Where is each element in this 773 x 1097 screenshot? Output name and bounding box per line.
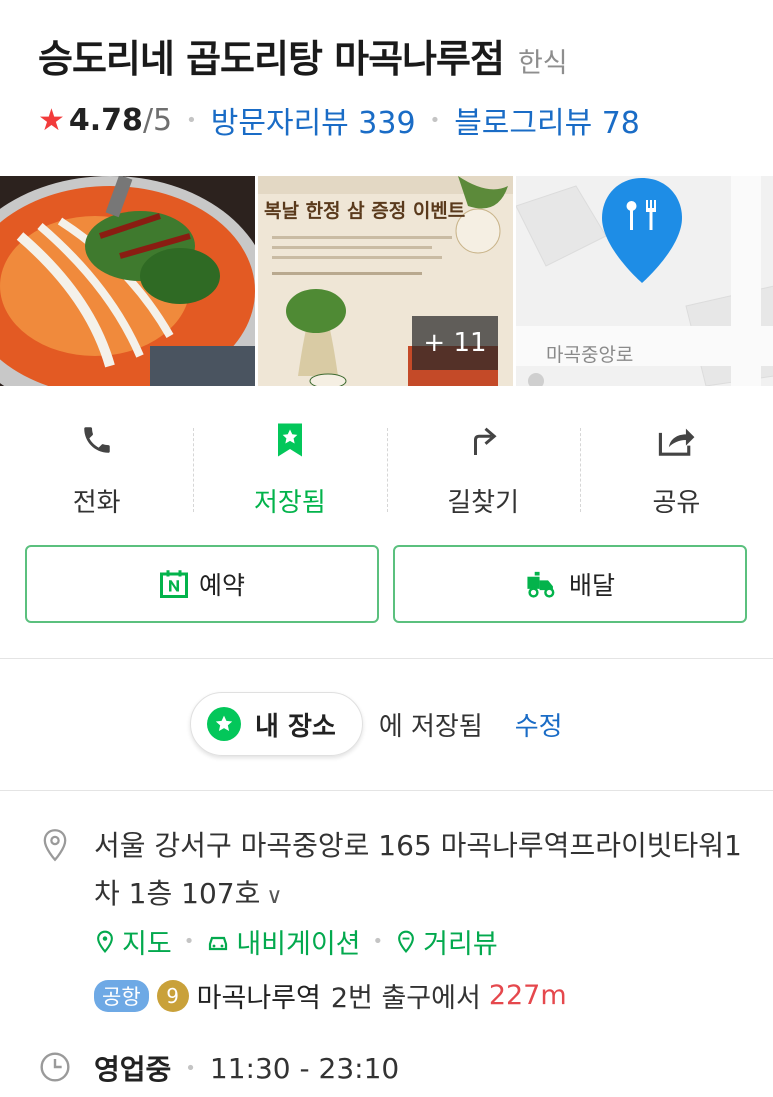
divider bbox=[0, 790, 773, 791]
street-view-label: 거리뷰 bbox=[423, 929, 498, 960]
directions-label: 길찾기 bbox=[447, 488, 519, 518]
airport-line-badge: 공항 bbox=[94, 979, 149, 1012]
divider bbox=[0, 658, 773, 659]
delivery-scooter-icon bbox=[525, 569, 559, 599]
rating-max: /5 bbox=[142, 102, 173, 138]
promo-photo[interactable]: 복날 한정 삼 증정 이벤트 + 11 bbox=[258, 176, 513, 386]
phone-icon bbox=[77, 420, 117, 460]
action-bar: 전화 저장됨 길찾기 공유 bbox=[0, 420, 773, 530]
street-view-link[interactable]: 거리뷰 bbox=[395, 922, 498, 961]
share-action[interactable]: 공유 bbox=[579, 420, 773, 530]
place-title: 승도리네 곱도리탕 마곡나루점 bbox=[38, 37, 505, 81]
delivery-label: 배달 bbox=[568, 571, 615, 600]
separator-dot: • bbox=[186, 109, 197, 131]
separator-dot: • bbox=[429, 109, 441, 131]
mini-map[interactable]: 마곡중앙로 bbox=[516, 176, 773, 386]
naver-booking-icon bbox=[159, 569, 189, 599]
navigation-link[interactable]: 내비게이션 bbox=[206, 922, 361, 961]
distance-value: 227m bbox=[488, 980, 567, 1011]
hours-row[interactable]: 영업중 • 11:30 - 23:10 bbox=[94, 1048, 399, 1088]
subway-row: 공항 9 마곡나루역 2번 출구에서 227m bbox=[94, 976, 567, 1015]
saved-status-row: 내 장소 에 저장됨 수정 bbox=[190, 692, 563, 756]
photo-strip: 복날 한정 삼 증정 이벤트 + 11 마곡중앙로 bbox=[0, 176, 773, 386]
separator-dot: • bbox=[185, 1057, 196, 1079]
directions-action[interactable]: 길찾기 bbox=[386, 420, 580, 530]
map-road-label: 마곡중앙로 bbox=[546, 344, 634, 366]
directions-icon bbox=[463, 420, 503, 460]
car-icon bbox=[209, 936, 228, 950]
separator-dot: • bbox=[372, 931, 384, 952]
exit-text: 2번 출구에서 bbox=[330, 983, 481, 1014]
map-link[interactable]: 지도 bbox=[94, 922, 172, 961]
clock-icon bbox=[38, 1050, 72, 1084]
star-icon: ★ bbox=[38, 102, 65, 138]
navigation-link-label: 내비게이션 bbox=[236, 929, 361, 960]
place-category: 한식 bbox=[517, 48, 568, 79]
business-hours: 11:30 - 23:10 bbox=[209, 1051, 400, 1085]
call-action[interactable]: 전화 bbox=[0, 420, 193, 530]
separator-dot: • bbox=[183, 931, 195, 952]
reserve-label: 예약 bbox=[198, 571, 245, 600]
save-action[interactable]: 저장됨 bbox=[193, 420, 386, 530]
chevron-down-icon[interactable]: ∨ bbox=[266, 884, 282, 909]
my-places-label: 내 장소 bbox=[255, 711, 336, 742]
map-pin-icon bbox=[97, 930, 113, 953]
station-name: 마곡나루역 bbox=[196, 983, 321, 1014]
place-header: 승도리네 곱도리탕 마곡나루점 한식 bbox=[38, 28, 758, 83]
star-icon bbox=[207, 707, 241, 741]
map-link-label: 지도 bbox=[122, 929, 172, 960]
location-pin-icon bbox=[38, 828, 72, 862]
promo-title: 복날 한정 삼 증정 이벤트 bbox=[264, 200, 466, 222]
bookmark-star-icon bbox=[270, 420, 310, 460]
share-icon bbox=[656, 420, 696, 460]
open-status: 영업중 bbox=[94, 1053, 172, 1086]
street-view-icon bbox=[398, 930, 415, 953]
delivery-button[interactable]: 배달 bbox=[393, 545, 747, 623]
visitor-review-link[interactable]: 방문자리뷰 339 bbox=[211, 98, 416, 142]
address-text[interactable]: 서울 강서구 마곡중앙로 165 마곡나루역프라이빗타워1차 1층 107호 ∨ bbox=[94, 822, 744, 921]
save-label: 저장됨 bbox=[253, 488, 326, 518]
saved-text: 에 저장됨 bbox=[378, 711, 483, 742]
food-photo[interactable] bbox=[0, 176, 255, 386]
more-photos-badge[interactable]: + 11 bbox=[412, 316, 498, 370]
line-9-badge: 9 bbox=[156, 979, 189, 1012]
reserve-button[interactable]: 예약 bbox=[25, 545, 379, 623]
blog-review-link[interactable]: 블로그리뷰 78 bbox=[454, 98, 640, 142]
share-label: 공유 bbox=[652, 488, 701, 518]
service-buttons: 예약 배달 bbox=[25, 545, 747, 623]
rating-row: ★ 4.78 /5 • 방문자리뷰 339 • 블로그리뷰 78 bbox=[38, 98, 640, 142]
rating-value: 4.78 bbox=[68, 102, 143, 138]
address-value: 서울 강서구 마곡중앙로 165 마곡나루역프라이빗타워1차 1층 107호 bbox=[94, 829, 742, 910]
my-places-chip[interactable]: 내 장소 bbox=[190, 692, 363, 756]
call-label: 전화 bbox=[72, 488, 121, 518]
map-links-row: 지도 • 내비게이션 • 거리뷰 bbox=[94, 922, 498, 961]
edit-link[interactable]: 수정 bbox=[515, 706, 563, 743]
